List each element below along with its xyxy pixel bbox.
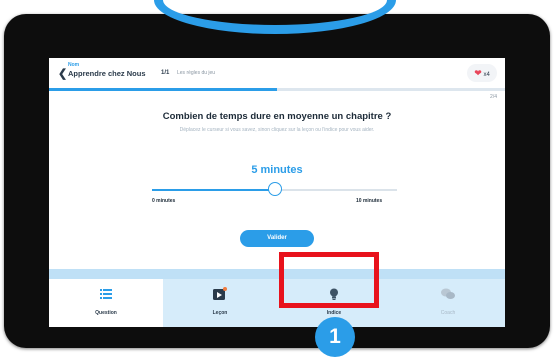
decorative-arc xyxy=(154,0,396,34)
bottom-nav: Question Leçon Indice Coach xyxy=(49,269,505,327)
back-arrow-icon[interactable]: ❮ xyxy=(58,67,67,80)
step-marker-badge: 1 xyxy=(315,317,355,357)
video-icon xyxy=(213,287,227,305)
validate-button[interactable]: Valider xyxy=(240,230,314,247)
slider-min-label: 0 minutes xyxy=(152,198,176,204)
progress-bar xyxy=(49,88,505,91)
tablet-frame: ❮ Nom Apprendre chez Nous 1/1 Les règles… xyxy=(4,0,550,348)
tab-coach-label: Coach xyxy=(440,310,456,316)
step-indicator: 1/1 xyxy=(161,70,170,76)
tab-indice-label: Indice xyxy=(326,310,342,316)
chat-icon xyxy=(441,287,455,305)
highlight-box xyxy=(279,252,379,308)
slider-value: 5 minutes xyxy=(251,164,303,176)
progress-fill xyxy=(49,88,277,91)
top-bar: ❮ Nom Apprendre chez Nous 1/1 Les règles… xyxy=(49,58,505,89)
slider-fill xyxy=(152,189,275,191)
step-label: Les règles du jeu xyxy=(177,70,216,76)
tab-coach[interactable]: Coach xyxy=(391,279,505,327)
tab-lecon[interactable]: Leçon xyxy=(163,279,277,327)
lives-badge: ❤ x4 xyxy=(467,64,497,82)
app-screen: ❮ Nom Apprendre chez Nous 1/1 Les règles… xyxy=(49,58,505,327)
slider-max-label: 10 minutes xyxy=(356,198,383,204)
nav-strip xyxy=(49,269,505,279)
slider-handle[interactable] xyxy=(267,182,282,196)
list-icon xyxy=(100,287,112,305)
time-slider[interactable] xyxy=(152,182,397,196)
tab-question-label: Question xyxy=(95,310,117,316)
question-hint: Déplacez le curseur si vous savez, sinon… xyxy=(179,127,375,133)
question-counter: 2/4 xyxy=(490,94,497,100)
app-subtitle: Nom xyxy=(68,62,80,68)
tab-question[interactable]: Question xyxy=(49,279,163,327)
question-title: Combien de temps dure en moyenne un chap… xyxy=(162,111,392,122)
tab-lecon-label: Leçon xyxy=(212,310,228,316)
app-title: Apprendre chez Nous xyxy=(68,69,146,78)
heart-icon: ❤ xyxy=(474,68,482,78)
lives-count: x4 xyxy=(483,72,490,78)
